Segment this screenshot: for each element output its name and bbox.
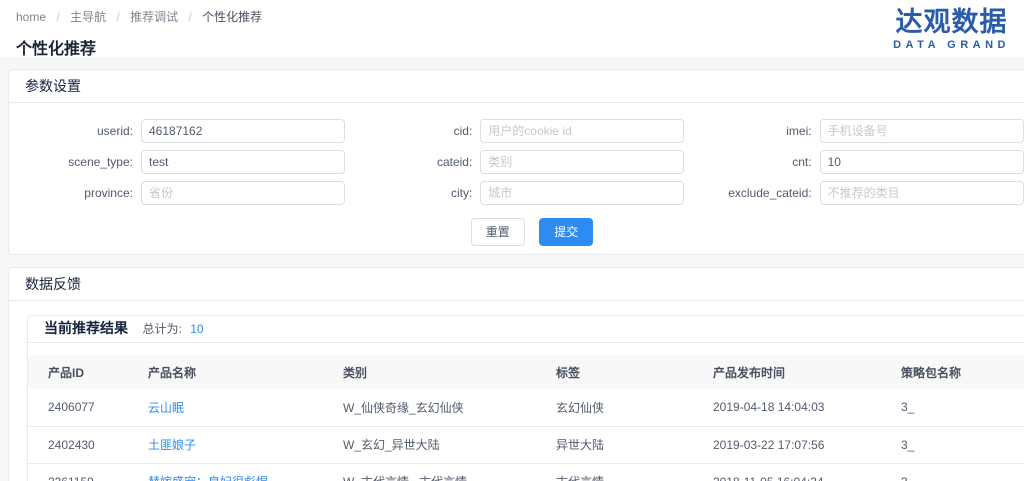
- total-label: 总计为:: [142, 322, 181, 336]
- header-tag: 标签: [548, 355, 705, 389]
- category-cell: W_仙侠奇缘_玄幻仙侠: [335, 389, 548, 426]
- table-row: 2402430 土匪娘子 W_玄幻_异世大陆 异世大陆 2019-03-22 1…: [28, 426, 1024, 463]
- city-input[interactable]: [480, 181, 684, 205]
- product-name-cell: 替嫁盛宠：皇妃很彪悍: [140, 463, 335, 481]
- header-strategy-package: 策略包名称: [893, 355, 1024, 389]
- form-item-userid: userid:: [9, 119, 348, 143]
- product-id-cell: 2406077: [28, 389, 140, 426]
- cid-label: cid:: [348, 124, 480, 138]
- strategy-package-cell: 3_: [893, 463, 1024, 481]
- category-cell: W_古代言情 _古代言情: [335, 463, 548, 481]
- total-value: 10: [190, 322, 203, 336]
- breadcrumb: home / 主导航 / 推荐调试 / 个性化推荐: [16, 10, 1008, 24]
- breadcrumb-separator: /: [56, 10, 59, 24]
- form-item-imei: imei:: [688, 119, 1024, 143]
- results-table: 产品ID 产品名称 类别 标签 产品发布时间 策略包名称 2406077 云山眠…: [28, 355, 1024, 481]
- strategy-package-cell: 3_: [893, 426, 1024, 463]
- exclude-cateid-input[interactable]: [820, 181, 1024, 205]
- product-id-cell: 2361159: [28, 463, 140, 481]
- product-id-cell: 2402430: [28, 426, 140, 463]
- tag-cell: 玄幻仙侠: [548, 389, 705, 426]
- datagrand-logo: 达观数据 DATA GRAND: [893, 7, 1010, 51]
- form-item-cnt: cnt:: [688, 150, 1024, 174]
- form-row: province: city: exclude_cateid:: [9, 181, 1024, 205]
- product-name-cell: 云山眠: [140, 389, 335, 426]
- form-item-exclude-cateid: exclude_cateid:: [688, 181, 1024, 205]
- breadcrumb-separator: /: [116, 10, 119, 24]
- userid-input[interactable]: [141, 119, 345, 143]
- params-form: userid: cid: imei: scene_type: cateid:: [9, 103, 1024, 254]
- cnt-input[interactable]: [820, 150, 1024, 174]
- publish-time-cell: 2019-04-18 14:04:03: [705, 389, 893, 426]
- scene-type-label: scene_type:: [9, 155, 141, 169]
- page-title: 个性化推荐: [16, 35, 1008, 59]
- cateid-label: cateid:: [348, 155, 480, 169]
- breadcrumb-item-main-nav[interactable]: 主导航: [70, 10, 106, 24]
- imei-label: imei:: [688, 124, 820, 138]
- form-item-cid: cid:: [348, 119, 687, 143]
- feedback-body: 当前推荐结果 总计为: 10 产品ID 产品名称 类别 标签 产品发布时间: [9, 301, 1024, 481]
- table-row: 2406077 云山眠 W_仙侠奇缘_玄幻仙侠 玄幻仙侠 2019-04-18 …: [28, 389, 1024, 426]
- table-header-row: 产品ID 产品名称 类别 标签 产品发布时间 策略包名称: [28, 355, 1024, 389]
- header-product-id: 产品ID: [28, 355, 140, 389]
- scene-type-input[interactable]: [141, 150, 345, 174]
- product-name-link[interactable]: 土匪娘子: [148, 438, 196, 452]
- cnt-label: cnt:: [688, 155, 820, 169]
- feedback-card: 数据反馈 当前推荐结果 总计为: 10 产品ID 产品名称 类别 标签: [8, 267, 1024, 481]
- strategy-package-cell: 3_: [893, 389, 1024, 426]
- province-label: province:: [9, 186, 141, 200]
- params-card: 参数设置 userid: cid: imei: scene_type: cate…: [8, 69, 1024, 255]
- breadcrumb-separator: /: [188, 10, 191, 24]
- breadcrumb-item-personalized: 个性化推荐: [202, 10, 262, 24]
- current-results-panel: 当前推荐结果 总计为: 10 产品ID 产品名称 类别 标签 产品发布时间: [27, 315, 1024, 481]
- form-item-city: city:: [348, 181, 687, 205]
- page-header: home / 主导航 / 推荐调试 / 个性化推荐 个性化推荐 达观数据 DAT…: [0, 0, 1024, 57]
- province-input[interactable]: [141, 181, 345, 205]
- header-publish-time: 产品发布时间: [705, 355, 893, 389]
- breadcrumb-item-recommend-debug[interactable]: 推荐调试: [130, 10, 178, 24]
- params-card-title: 参数设置: [9, 70, 1024, 103]
- product-name-link[interactable]: 云山眠: [148, 401, 184, 415]
- cateid-input[interactable]: [480, 150, 684, 174]
- form-row: scene_type: cateid: cnt:: [9, 150, 1024, 174]
- form-item-cateid: cateid:: [348, 150, 687, 174]
- form-actions: 重置 提交: [9, 212, 1024, 254]
- form-item-province: province:: [9, 181, 348, 205]
- product-name-cell: 土匪娘子: [140, 426, 335, 463]
- form-item-scene-type: scene_type:: [9, 150, 348, 174]
- logo-cn-text: 达观数据: [893, 7, 1010, 37]
- table-row: 2361159 替嫁盛宠：皇妃很彪悍 W_古代言情 _古代言情 古代言情 201…: [28, 463, 1024, 481]
- header-product-name: 产品名称: [140, 355, 335, 389]
- publish-time-cell: 2019-03-22 17:07:56: [705, 426, 893, 463]
- publish-time-cell: 2018-11-05 16:04:34: [705, 463, 893, 481]
- logo-en-text: DATA GRAND: [893, 39, 1010, 51]
- cid-input[interactable]: [480, 119, 684, 143]
- header-category: 类别: [335, 355, 548, 389]
- breadcrumb-item-home[interactable]: home: [16, 10, 46, 24]
- tag-cell: 异世大陆: [548, 426, 705, 463]
- reset-button[interactable]: 重置: [471, 218, 525, 246]
- imei-input[interactable]: [820, 119, 1024, 143]
- userid-label: userid:: [9, 124, 141, 138]
- submit-button[interactable]: 提交: [539, 218, 593, 246]
- results-panel-header: 当前推荐结果 总计为: 10: [28, 316, 1024, 343]
- product-name-link[interactable]: 替嫁盛宠：皇妃很彪悍: [148, 475, 268, 481]
- tag-cell: 古代言情: [548, 463, 705, 481]
- exclude-cateid-label: exclude_cateid:: [688, 186, 820, 200]
- results-panel-title: 当前推荐结果: [44, 319, 128, 338]
- feedback-card-title: 数据反馈: [9, 268, 1024, 301]
- category-cell: W_玄幻_异世大陆: [335, 426, 548, 463]
- form-row: userid: cid: imei:: [9, 119, 1024, 143]
- city-label: city:: [348, 186, 480, 200]
